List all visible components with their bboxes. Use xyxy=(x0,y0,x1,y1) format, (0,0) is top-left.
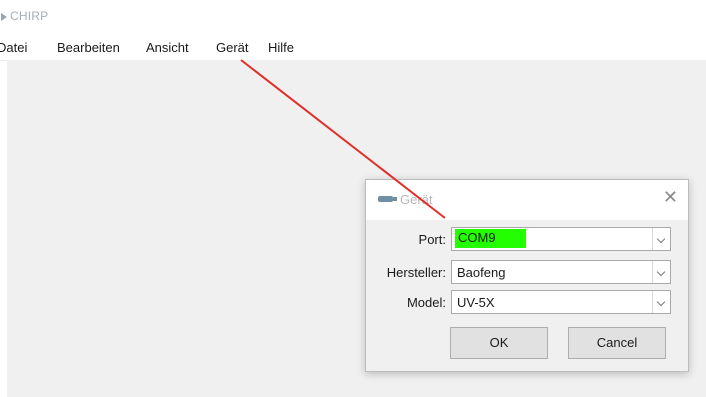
annotation-arrow xyxy=(240,59,446,219)
annotation-line xyxy=(240,59,446,219)
